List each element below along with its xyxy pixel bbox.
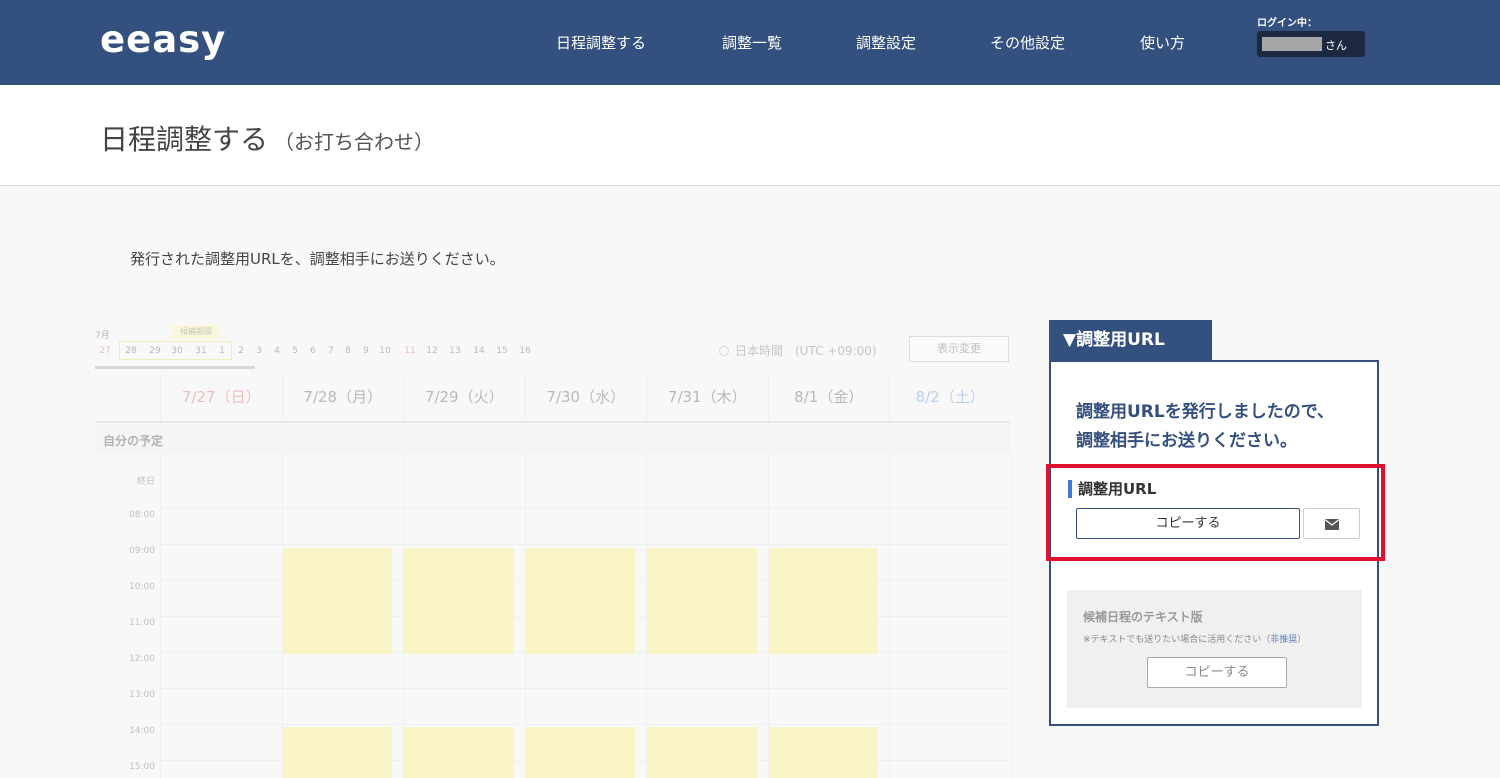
- calendar-day[interactable]: 9: [356, 346, 376, 356]
- url-issued-message-line2: 調整相手にお送りください。: [1076, 431, 1297, 451]
- calendar-day[interactable]: 10: [375, 346, 395, 356]
- text-version-title: 候補日程のテキスト版: [1083, 610, 1203, 624]
- calendar-day[interactable]: 13: [445, 346, 465, 356]
- url-issued-message: 調整用URLを発行しましたので、 調整相手にお送りください。: [1076, 398, 1334, 456]
- calendar-day[interactable]: 27: [95, 346, 115, 356]
- calendar-day-column-header: 7/31（木）: [646, 375, 768, 421]
- candidate-time-slot[interactable]: [768, 727, 878, 778]
- time-label: 14:00: [129, 726, 155, 736]
- calendar-day[interactable]: 6: [303, 346, 323, 356]
- timezone-selector[interactable]: 日本時間 (UTC +09:00): [719, 342, 877, 359]
- grid-line: [160, 688, 1010, 689]
- top-navigation-bar: eeasy 日程調整する 調整一覧 調整設定 その他設定 使い方 ログイン中： …: [0, 0, 1500, 85]
- calendar-day-column-header: 8/2（土）: [889, 375, 1011, 421]
- time-label: 08:00: [129, 510, 155, 520]
- calendar-day-column-header: 7/29（火）: [403, 375, 525, 421]
- candidate-time-slot[interactable]: [525, 548, 635, 654]
- page-title: 日程調整する （お打ち合わせ）: [100, 118, 434, 158]
- calendar-day[interactable]: 12: [422, 346, 442, 356]
- header-divider: [95, 421, 1010, 423]
- page-title-text: 日程調整する: [100, 123, 269, 156]
- calendar-day-column-header: 7/28（月）: [281, 375, 404, 421]
- time-label: 09:00: [129, 546, 155, 556]
- candidate-time-slot[interactable]: [768, 548, 878, 654]
- url-issued-message-line1: 調整用URLを発行しましたので、: [1076, 402, 1335, 422]
- calendar-day-column-header: 7/27（日）: [160, 375, 282, 421]
- envelope-icon: [1324, 519, 1339, 530]
- candidate-time-slot[interactable]: [282, 727, 392, 778]
- calendar-scrollbar[interactable]: [95, 366, 255, 369]
- nav-schedule-list[interactable]: 調整一覧: [722, 32, 782, 53]
- nav-schedule[interactable]: 日程調整する: [556, 32, 646, 53]
- calendar-day[interactable]: 5: [285, 346, 305, 356]
- eeasy-logo[interactable]: eeasy: [100, 18, 226, 61]
- all-day-label: 終日: [136, 477, 155, 487]
- calendar-day[interactable]: 1: [212, 346, 232, 356]
- user-suffix: さん: [1325, 39, 1347, 52]
- calendar-day[interactable]: 28: [121, 346, 141, 356]
- candidate-period-label: 候補期間: [172, 325, 220, 339]
- text-version-copy-button[interactable]: コピーする: [1147, 657, 1287, 688]
- candidate-time-slot[interactable]: [525, 727, 635, 778]
- text-version-note-text: ※テキストでも送りたい場合に活用ください（: [1083, 635, 1271, 645]
- timezone-label: 日本時間 (UTC +09:00): [735, 344, 877, 358]
- grid-line: [160, 508, 1010, 509]
- calendar-day[interactable]: 16: [515, 346, 535, 356]
- calendar-day[interactable]: 29: [145, 346, 165, 356]
- page-title-band: 日程調整する （お打ち合わせ）: [0, 85, 1500, 186]
- calendar-day[interactable]: 30: [167, 346, 187, 356]
- candidate-time-slot[interactable]: [647, 727, 757, 778]
- candidate-time-slot[interactable]: [404, 727, 514, 778]
- nav-schedule-settings[interactable]: 調整設定: [856, 32, 916, 53]
- page-subtitle: （お打ち合わせ）: [274, 130, 435, 154]
- instruction-text: 発行された調整用URLを、調整相手にお送りください。: [130, 250, 505, 268]
- calendar-day[interactable]: 2: [231, 346, 251, 356]
- calendar-day[interactable]: 11: [400, 346, 420, 356]
- time-label: 10:00: [129, 582, 155, 592]
- calendar-day[interactable]: 31: [191, 346, 211, 356]
- url-panel-tab: ▼調整用URL: [1049, 320, 1212, 361]
- time-label: 12:00: [129, 654, 155, 664]
- text-version-note-end: ）: [1297, 635, 1307, 645]
- calendar-day[interactable]: 8: [338, 346, 358, 356]
- text-version-note: ※テキストでも送りたい場合に活用ください（非推奨）: [1083, 632, 1306, 645]
- timezone-radio-icon: [719, 346, 729, 356]
- calendar-day[interactable]: 4: [267, 346, 287, 356]
- grid-column-line: [889, 454, 890, 778]
- time-label: 15:00: [129, 762, 155, 772]
- grid-line: [160, 544, 1010, 545]
- own-schedule-row: 自分の予定: [95, 424, 1010, 454]
- view-change-button[interactable]: 表示変更: [909, 336, 1009, 362]
- not-recommended-link[interactable]: 非推奨: [1270, 635, 1297, 645]
- candidate-time-slot[interactable]: [404, 548, 514, 654]
- time-label: 11:00: [129, 618, 155, 628]
- copy-url-button[interactable]: コピーする: [1076, 508, 1300, 539]
- grid-column-line: [1010, 454, 1012, 778]
- nav-other-settings[interactable]: その他設定: [990, 32, 1065, 53]
- grid-column-line: [160, 454, 161, 778]
- candidate-time-slot[interactable]: [647, 548, 757, 654]
- calendar-day[interactable]: 14: [469, 346, 489, 356]
- send-mail-button[interactable]: [1303, 508, 1360, 539]
- grid-line: [160, 724, 1010, 725]
- calendar-day[interactable]: 3: [249, 346, 269, 356]
- text-version-box: 候補日程のテキスト版 ※テキストでも送りたい場合に活用ください（非推奨） コピー…: [1067, 590, 1362, 708]
- user-menu[interactable]: さん: [1257, 31, 1365, 57]
- calendar-day[interactable]: 15: [492, 346, 512, 356]
- candidate-time-slot[interactable]: [282, 548, 392, 654]
- calendar-day-column-header: 8/1（金）: [767, 375, 890, 421]
- redacted-username: [1262, 37, 1322, 51]
- nav-how-to-use[interactable]: 使い方: [1140, 32, 1185, 53]
- own-schedule-label: 自分の予定: [103, 434, 164, 448]
- url-label: 調整用URL: [1068, 480, 1156, 498]
- login-status-label: ログイン中：: [1257, 18, 1317, 29]
- time-label: 13:00: [129, 690, 155, 700]
- calendar-preview: 7月 候補期間 27 28 29 30 31 1 2 3 4 5 6 7 8 9 10 11 12 13 14 15 1…: [0, 320, 1030, 778]
- calendar-day-column-header: 7/30（水）: [524, 375, 647, 421]
- calendar-month-label: 7月: [95, 331, 110, 341]
